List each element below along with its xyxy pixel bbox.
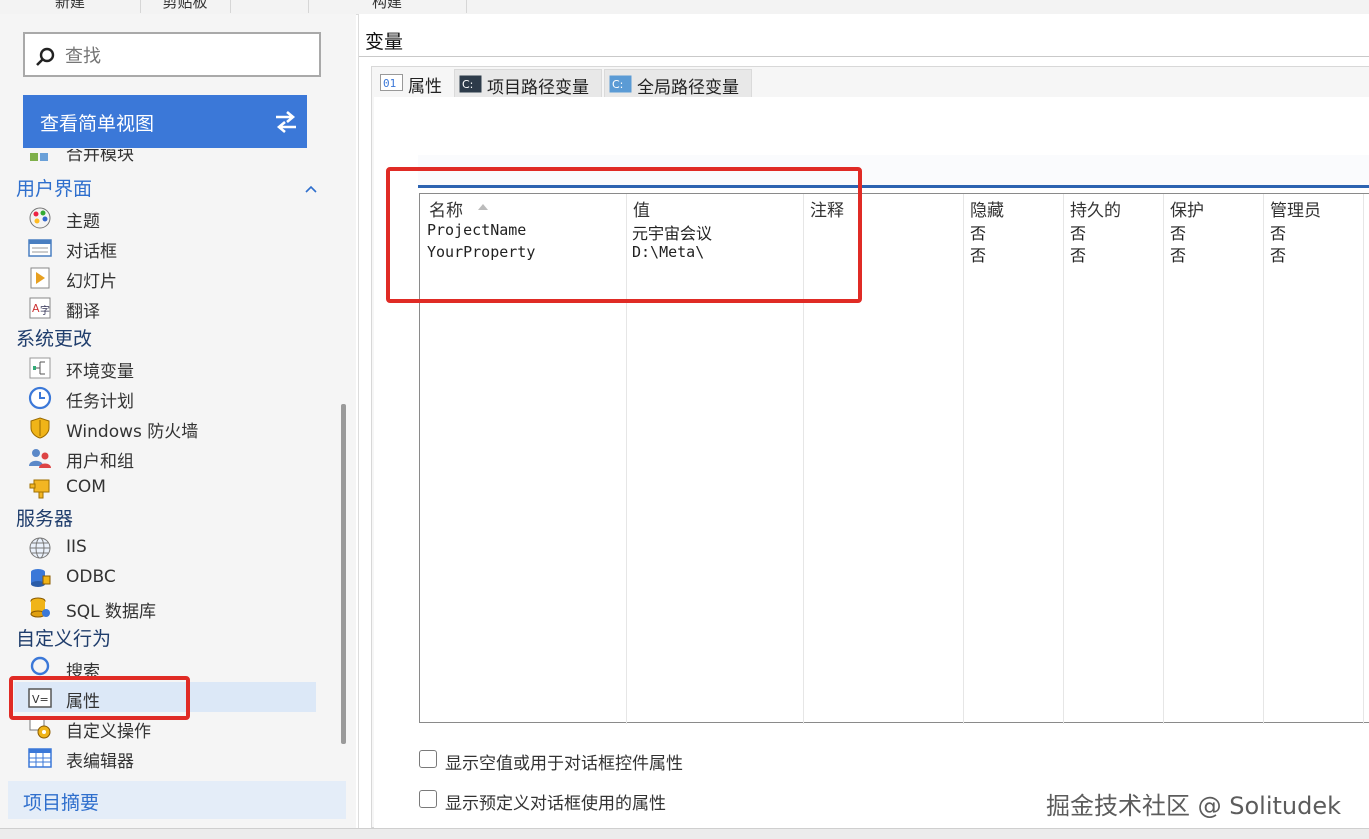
column-header-persistent[interactable]: 持久的 xyxy=(1070,196,1121,221)
properties-tab-icon: 01 xyxy=(380,73,403,93)
project-summary-button[interactable]: 项目摘要 xyxy=(8,781,346,819)
svg-text:字: 字 xyxy=(40,304,50,317)
tab-project-path-variables[interactable]: C: 项目路径变量 xyxy=(454,69,602,99)
project-summary-label: 项目摘要 xyxy=(23,792,100,814)
tab-global-path-variables[interactable]: C: 全局路径变量 xyxy=(604,69,752,99)
left-scrollbar-thumb[interactable] xyxy=(341,404,346,744)
column-header-hidden[interactable]: 隐藏 xyxy=(970,196,1004,221)
table-row-hidden[interactable]: 否 xyxy=(970,220,986,244)
ribbon-group-spacer xyxy=(230,0,309,13)
table-icon xyxy=(28,746,52,770)
slideshow-icon xyxy=(28,266,52,290)
ribbon-strip: 新建 剪贴板 构建 xyxy=(0,0,1369,15)
highlight-box-grid xyxy=(386,167,862,303)
page-title: 变量 xyxy=(365,31,404,53)
table-row-admin[interactable]: 否 xyxy=(1270,220,1286,244)
highlight-box-properties xyxy=(9,676,190,720)
table-row-protected[interactable]: 否 xyxy=(1170,220,1186,244)
dialog-icon xyxy=(28,236,52,260)
column-divider xyxy=(1363,194,1364,724)
table-row-persistent[interactable]: 否 xyxy=(1070,220,1086,244)
ribbon-group-clipboard[interactable]: 剪贴板 xyxy=(140,0,231,13)
svg-text:01: 01 xyxy=(383,77,396,90)
sql-database-icon xyxy=(28,596,52,620)
table-row-persistent[interactable]: 否 xyxy=(1070,242,1086,266)
tab-properties[interactable]: 01 属性 xyxy=(376,69,452,97)
svg-text:A: A xyxy=(32,302,40,315)
title-separator xyxy=(359,56,1369,57)
clock-icon xyxy=(28,386,52,410)
checkbox-box[interactable] xyxy=(419,790,437,808)
ribbon-group-build[interactable]: 构建 xyxy=(308,0,467,13)
simple-view-button[interactable]: 查看简单视图 xyxy=(23,95,307,148)
users-icon xyxy=(28,446,52,470)
palette-icon xyxy=(28,206,52,230)
checkbox-box[interactable] xyxy=(419,750,437,768)
table-row-hidden[interactable]: 否 xyxy=(970,242,986,266)
translate-icon: A字 xyxy=(28,296,52,320)
category-server[interactable]: 服务器 xyxy=(16,504,73,532)
status-bar xyxy=(0,828,1369,839)
merge-modules-icon xyxy=(28,149,52,163)
shield-icon xyxy=(28,416,52,440)
com-component-icon xyxy=(28,476,52,500)
chevron-up-icon[interactable] xyxy=(305,183,317,195)
column-header-protected[interactable]: 保护 xyxy=(1170,196,1204,221)
search-input[interactable] xyxy=(63,42,307,70)
table-row-protected[interactable]: 否 xyxy=(1170,242,1186,266)
main-panel: 变量 01 属性 C: 项目路径变量 C: 全局路径变量 名称 值 注释 隐藏 … xyxy=(358,14,1369,838)
project-path-tab-icon: C: xyxy=(459,74,482,94)
database-plug-icon xyxy=(28,566,52,590)
category-user-interface[interactable]: 用户界面 xyxy=(16,174,92,202)
table-row-admin[interactable]: 否 xyxy=(1270,242,1286,266)
watermark: 掘金技术社区 @ Solitudek xyxy=(1046,792,1342,820)
category-custom-behavior[interactable]: 自定义行为 xyxy=(16,624,111,652)
ribbon-group-new[interactable]: 新建 xyxy=(0,0,141,13)
column-header-admin[interactable]: 管理员 xyxy=(1270,196,1321,221)
column-divider xyxy=(963,194,964,724)
environment-variables-icon xyxy=(28,356,52,380)
search-field[interactable] xyxy=(23,32,321,77)
column-divider xyxy=(1263,194,1264,724)
globe-icon xyxy=(28,536,52,560)
column-divider xyxy=(1163,194,1164,724)
svg-text:C:: C: xyxy=(462,78,473,91)
category-system-changes[interactable]: 系统更改 xyxy=(16,324,92,352)
simple-view-label: 查看简单视图 xyxy=(40,113,155,135)
column-divider xyxy=(1063,194,1064,724)
global-path-tab-icon: C: xyxy=(609,74,632,94)
search-icon xyxy=(36,47,55,66)
svg-text:C:: C: xyxy=(612,78,623,91)
swap-arrows-icon xyxy=(276,111,296,133)
